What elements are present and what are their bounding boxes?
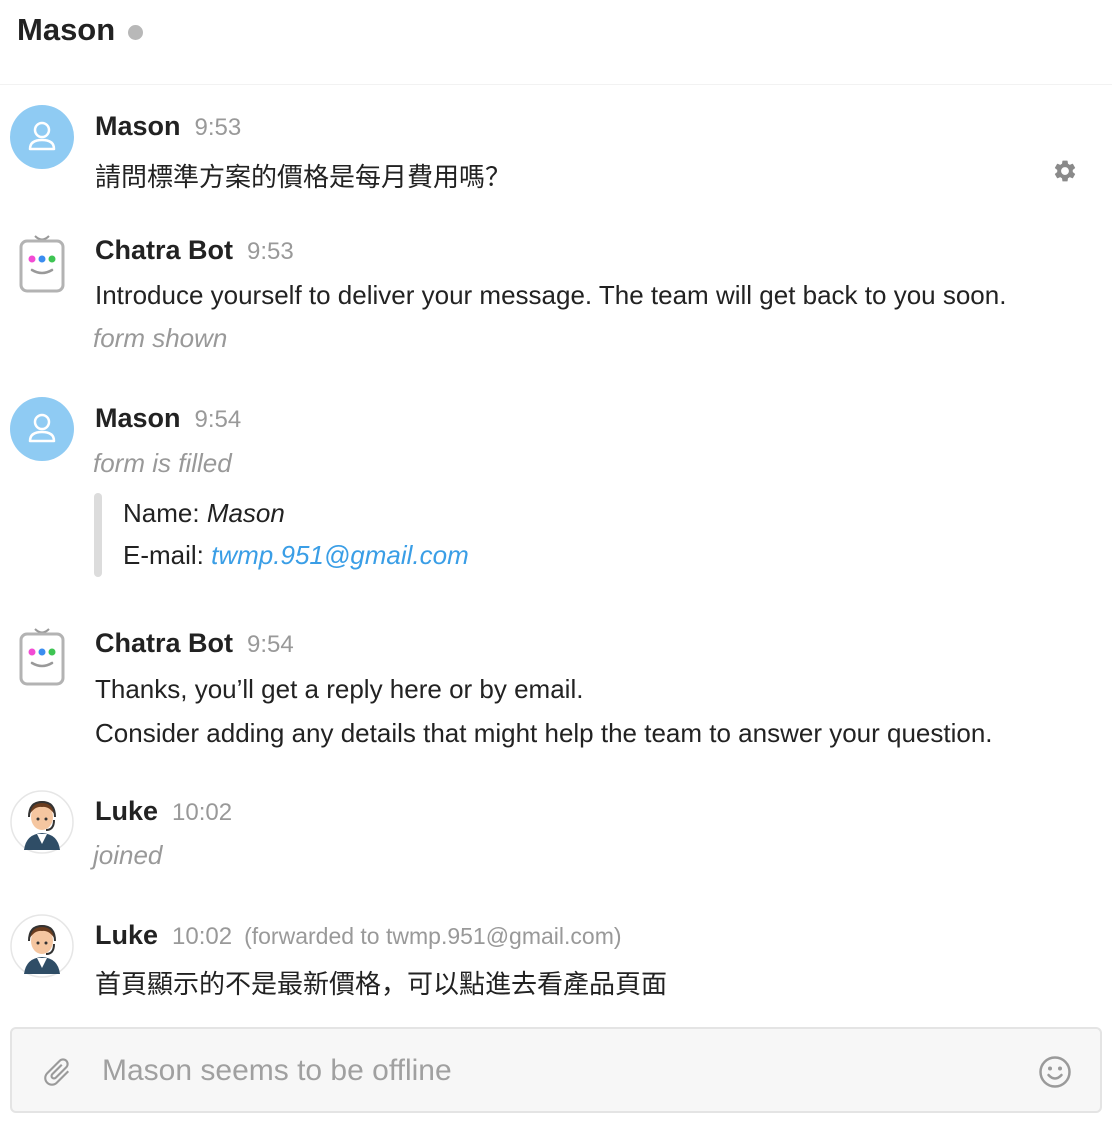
email-link[interactable]: twmp.951@gmail.com [211,540,469,570]
quote-bar [94,493,102,577]
message-item: Mason 9:54 form is filled [0,397,1112,478]
message-author: Mason 9:54 [95,403,241,434]
form-name-value: Mason [206,498,285,528]
agent-avatar [10,790,74,854]
message-item: Chatra Bot 9:54 Thanks, you’ll get a repl… [0,622,1112,752]
message-composer [10,1027,1102,1113]
author-name: Mason [95,403,181,433]
message-item: Chatra Bot 9:53 Introduce yourself to del… [0,229,1112,359]
form-data-block: Name: Mason E-mail: twmp.951@gmail.com [94,493,514,577]
message-time: 9:53 [247,238,294,265]
author-name: Chatra Bot [95,628,234,658]
form-email-line: E-mail: twmp.951@gmail.com [123,540,469,571]
gear-icon[interactable] [1052,158,1078,184]
user-avatar [10,397,74,461]
system-event: joined [93,840,163,870]
system-event: form is filled [93,448,232,478]
user-silhouette-icon [28,121,56,151]
form-email-label: E-mail: [123,540,204,570]
page-title: Mason [17,12,116,47]
author-name: Mason [95,111,181,141]
message-text: 首頁顯示的不是最新價格，可以點進去看產品頁面 [95,969,668,999]
message-author: Luke 10:02 [95,796,232,827]
message-time: 9:54 [247,631,294,658]
author-name: Luke [95,920,159,950]
form-name-label: Name: [123,498,200,528]
author-name: Luke [95,796,159,826]
robot-icon [19,235,65,293]
message-text: Thanks, you’ll get a reply here or by em… [95,674,584,704]
system-event: form shown [93,323,228,353]
message-item: Luke 10:02 joined [0,790,1112,880]
message-text: 請問標準方案的價格是每月費用嗎？ [95,162,512,192]
message-text: Introduce yourself to deliver your messa… [95,280,1007,310]
message-time: 10:02 [172,799,233,826]
agent-avatar [10,914,74,978]
message-text: Consider adding any details that might h… [95,718,993,748]
chat-header: Mason [0,0,1112,85]
message-author: Mason 9:53 [95,111,241,142]
user-silhouette-icon [28,413,56,443]
forwarded-note: (forwarded to twmp.951@gmail.com) [244,923,622,949]
form-name-line: Name: Mason [123,498,285,529]
message-author: Luke 10:02 (forwarded to twmp.951@gmail.co… [95,920,622,951]
message-item: Luke 10:02 (forwarded to twmp.951@gmail.co… [0,914,1112,1004]
message-author: Chatra Bot 9:54 [95,628,294,659]
message-time: 9:54 [194,406,242,433]
message-author: Chatra Bot 9:53 [95,235,294,266]
offline-status-dot [128,25,143,40]
user-avatar [10,105,74,169]
message-input[interactable] [100,1043,1004,1099]
paperclip-icon[interactable] [40,1055,74,1089]
message-item: Mason 9:53 請問標準方案的價格是每月費用嗎？ [0,105,1112,195]
smiley-icon[interactable] [1038,1055,1072,1089]
author-name: Chatra Bot [95,235,234,265]
robot-icon [19,628,65,686]
message-time: 9:53 [194,114,242,141]
message-time: 10:02 [172,923,233,950]
